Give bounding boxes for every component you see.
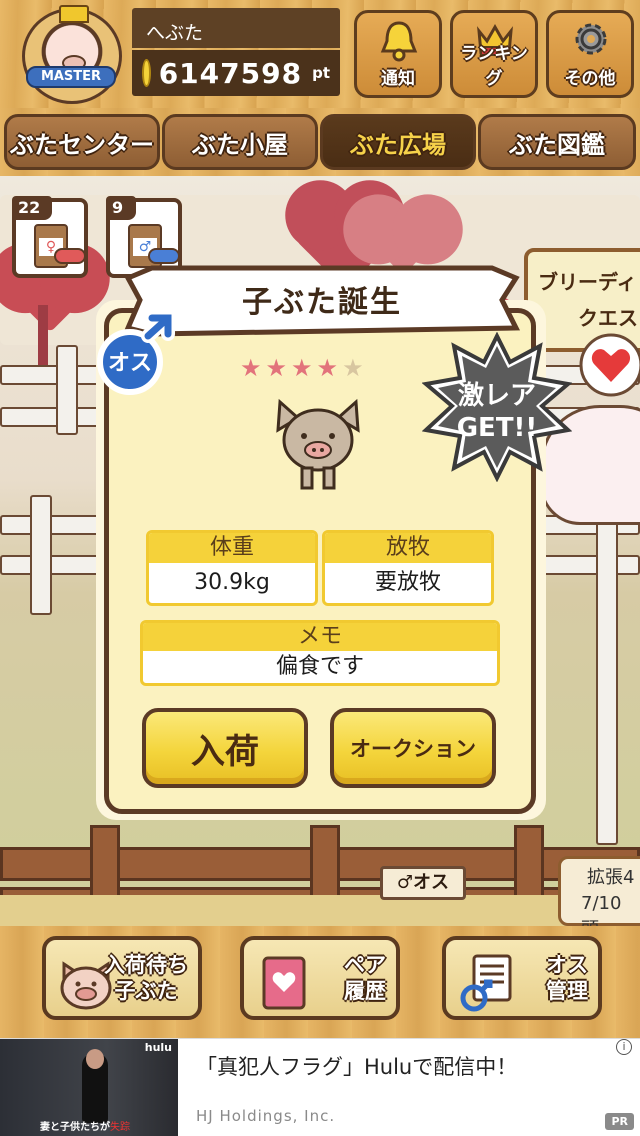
bottom-action-bar: 入荷待ち 子ぶた ペア 履歴 オス 管理: [0, 926, 640, 1038]
tab-pig-hut[interactable]: ぶた小屋: [162, 114, 318, 170]
star-empty-icon: ★: [342, 354, 364, 382]
quest-line-1: ブリーディ: [538, 270, 637, 294]
hulu-logo: hulu: [144, 1041, 172, 1054]
ad-thumbnail[interactable]: hulu 妻と子供たちが失踪: [0, 1039, 178, 1136]
player-name: へぶた: [132, 8, 340, 48]
notification-button[interactable]: 通知: [354, 10, 442, 98]
bell-icon: [380, 21, 418, 62]
weight-value: 30.9kg: [194, 570, 270, 595]
points-unit: pt: [312, 64, 330, 82]
ranking-label: ランキング: [460, 44, 528, 89]
item-count: 9: [106, 196, 136, 220]
master-pig-avatar[interactable]: [22, 5, 122, 104]
piglet-illustration: [276, 398, 360, 490]
heart-book-icon: [262, 956, 306, 1010]
pasture-label: 放牧: [325, 533, 491, 563]
other-label: その他: [564, 69, 616, 89]
top-header: MASTER へぶた 6147598 pt 通知 ランキング その他: [0, 0, 640, 108]
main-tab-bar: ぶたセンター ぶた小屋 ぶた広場 ぶた図鑑: [0, 108, 640, 176]
star-filled-icon: ★: [240, 354, 262, 382]
points-value: 6147598: [158, 56, 303, 90]
ad-title[interactable]: 「真犯人フラグ」Huluで配信中！: [196, 1051, 517, 1081]
star-filled-icon: ★: [291, 354, 313, 382]
waiting-piglets-label: 入荷待ち 子ぶた: [104, 953, 188, 1003]
male-gender-icon: オス: [97, 311, 175, 395]
male-pen-sign: ♂オス: [380, 866, 466, 900]
capsule-icon: [54, 248, 86, 264]
points-display: 6147598 pt: [132, 50, 340, 96]
weight-label: 体重: [149, 533, 315, 563]
other-button[interactable]: その他: [546, 10, 634, 98]
expansion-counter[interactable]: 拡張4 7/10 頭: [558, 856, 640, 940]
memo-stat: メモ 偏食です: [140, 620, 500, 686]
pasture-value: 要放牧: [374, 570, 441, 595]
memo-value: 偏食です: [275, 654, 364, 679]
pair-history-label: ペア 履歴: [344, 953, 386, 1003]
weight-stat: 体重 30.9kg: [146, 530, 318, 606]
dialog-title: 子ぶた誕生: [242, 285, 402, 320]
male-document-icon: [460, 954, 512, 1012]
rare-line-1: 激レア: [458, 380, 536, 411]
gear-icon: [575, 23, 607, 55]
rare-get-burst: 激レア GET!!: [422, 332, 572, 482]
waiting-piglets-button[interactable]: 入荷待ち 子ぶた: [42, 936, 202, 1020]
auction-button[interactable]: オークション: [330, 708, 496, 788]
ad-info-icon[interactable]: i: [616, 1039, 632, 1055]
stock-button[interactable]: 入荷: [142, 708, 308, 788]
item-count: 22: [12, 196, 52, 220]
expansion-level: 拡張4: [587, 867, 635, 888]
tab-pig-plaza[interactable]: ぶた広場: [320, 114, 476, 170]
tab-pig-encyclopedia[interactable]: ぶた図鑑: [478, 114, 636, 170]
female-medicine-item[interactable]: 22 ♀: [12, 196, 88, 278]
ranking-button[interactable]: ランキング: [450, 10, 538, 98]
male-management-label: オス 管理: [546, 953, 588, 1003]
player-info: へぶた 6147598 pt: [132, 8, 340, 98]
ad-pr-badge: PR: [605, 1113, 634, 1130]
tab-pig-center[interactable]: ぶたセンター: [4, 114, 160, 170]
rarity-stars: ★ ★ ★ ★ ★: [240, 354, 364, 382]
rare-line-2: GET!!: [457, 413, 538, 443]
star-filled-icon: ★: [265, 354, 288, 382]
notification-label: 通知: [381, 69, 415, 89]
ad-thumb-caption: 妻と子供たちが失踪: [40, 1122, 130, 1133]
pair-history-button[interactable]: ペア 履歴: [240, 936, 400, 1020]
crown-icon: [59, 5, 89, 23]
star-filled-icon: ★: [316, 354, 339, 382]
male-management-button[interactable]: オス 管理: [442, 936, 602, 1020]
coin-icon: [142, 59, 151, 87]
master-badge: MASTER: [26, 66, 116, 88]
heart-speech-icon: [579, 333, 640, 397]
ad-sponsor: HJ Holdings, Inc.: [196, 1107, 336, 1125]
quest-line-2: クエスト: [578, 306, 640, 330]
dialog-title-banner: 子ぶた誕生: [122, 258, 522, 342]
memo-label: メモ: [143, 623, 497, 651]
pasture-stat: 放牧 要放牧: [322, 530, 494, 606]
ad-banner[interactable]: hulu 妻と子供たちが失踪 「真犯人フラグ」Huluで配信中！ HJ Hold…: [0, 1038, 640, 1136]
gender-label: オス: [108, 351, 152, 376]
